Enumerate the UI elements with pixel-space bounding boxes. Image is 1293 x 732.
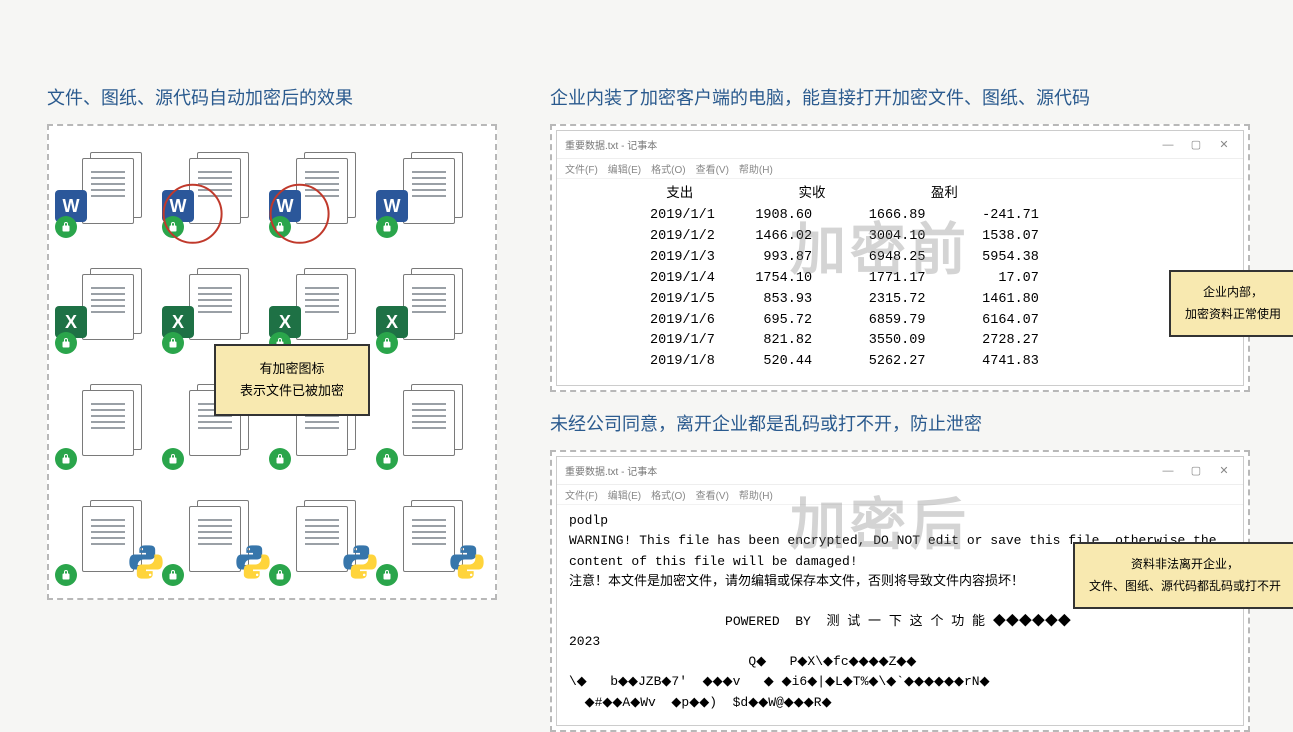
maximize-icon[interactable]: ▢: [1185, 463, 1207, 479]
file-item: [386, 376, 479, 464]
encrypted-callout: 有加密图标 表示文件已被加密: [214, 344, 370, 416]
file-item: X: [279, 260, 372, 348]
minimize-icon[interactable]: —: [1157, 137, 1179, 153]
right-column: 企业内装了加密客户端的电脑，能直接打开加密文件、图纸、源代码 重要数据.txt …: [550, 84, 1250, 732]
notepad-titlebar: 重要数据.txt - 记事本 — ▢ ✕: [557, 131, 1243, 159]
menu-item[interactable]: 文件(F): [565, 161, 598, 176]
notepad-before-box: 重要数据.txt - 记事本 — ▢ ✕ 文件(F) 编辑(E) 格式(O) 查看(V…: [550, 124, 1250, 392]
right-bottom-title: 未经公司同意，离开企业都是乱码或打不开，防止泄密: [550, 410, 1250, 436]
menu-item[interactable]: 格式(O): [651, 161, 685, 176]
callout-line1: 有加密图标: [240, 358, 344, 380]
window-controls: — ▢ ✕: [1157, 137, 1235, 153]
menu-item[interactable]: 帮助(H): [739, 161, 773, 176]
file-item: [65, 492, 158, 580]
lock-icon: [55, 332, 77, 354]
lock-icon: [269, 448, 291, 470]
highlight-circle: [162, 184, 222, 244]
encrypted-files-box: WWWWXXXX 有加密图标 表示文件已被加密: [47, 124, 497, 600]
file-item: [386, 492, 479, 580]
menu-item[interactable]: 文件(F): [565, 487, 598, 502]
file-item: [65, 376, 158, 464]
lock-icon: [162, 564, 184, 586]
lock-icon: [55, 448, 77, 470]
left-column: 文件、图纸、源代码自动加密后的效果 WWWWXXXX 有加密图标 表示文件已被加…: [47, 84, 497, 600]
highlight-circle: [269, 184, 329, 244]
maximize-icon[interactable]: ▢: [1185, 137, 1207, 153]
lock-icon: [376, 564, 398, 586]
python-icon: [126, 542, 166, 582]
notepad-title-text-after: 重要数据.txt - 记事本: [565, 463, 1157, 478]
lock-icon: [269, 564, 291, 586]
file-item: W: [279, 144, 372, 232]
tag1-line1: 企业内部，: [1185, 282, 1281, 304]
menu-item[interactable]: 编辑(E): [608, 487, 641, 502]
close-icon[interactable]: ✕: [1213, 463, 1235, 479]
python-icon: [447, 542, 487, 582]
menu-item[interactable]: 查看(V): [696, 487, 729, 502]
file-item: W: [172, 144, 265, 232]
callout-line2: 表示文件已被加密: [240, 380, 344, 402]
close-icon[interactable]: ✕: [1213, 137, 1235, 153]
notepad-menu-after: 文件(F) 编辑(E) 格式(O) 查看(V) 帮助(H): [557, 485, 1243, 505]
file-item: [172, 492, 265, 580]
tag-internal: 企业内部， 加密资料正常使用: [1169, 270, 1293, 337]
file-item: X: [172, 260, 265, 348]
file-item: W: [386, 144, 479, 232]
menu-item[interactable]: 查看(V): [696, 161, 729, 176]
lock-icon: [376, 448, 398, 470]
minimize-icon[interactable]: —: [1157, 463, 1179, 479]
tag2-line2: 文件、图纸、源代码都乱码或打不开: [1089, 576, 1281, 598]
tag1-line2: 加密资料正常使用: [1185, 304, 1281, 326]
file-item: [279, 492, 372, 580]
menu-item[interactable]: 格式(O): [651, 487, 685, 502]
python-icon: [340, 542, 380, 582]
lock-icon: [55, 564, 77, 586]
menu-item[interactable]: 帮助(H): [739, 487, 773, 502]
tag2-line1: 资料非法离开企业，: [1089, 554, 1281, 576]
window-controls-after: — ▢ ✕: [1157, 463, 1235, 479]
tag-external: 资料非法离开企业， 文件、图纸、源代码都乱码或打不开: [1073, 542, 1293, 609]
menu-item[interactable]: 编辑(E): [608, 161, 641, 176]
notepad-titlebar-after: 重要数据.txt - 记事本 — ▢ ✕: [557, 457, 1243, 485]
file-item: W: [65, 144, 158, 232]
python-icon: [233, 542, 273, 582]
left-title: 文件、图纸、源代码自动加密后的效果: [47, 84, 497, 110]
notepad-before: 重要数据.txt - 记事本 — ▢ ✕ 文件(F) 编辑(E) 格式(O) 查看(V…: [556, 130, 1244, 386]
right-top-title: 企业内装了加密客户端的电脑，能直接打开加密文件、图纸、源代码: [550, 84, 1250, 110]
lock-icon: [162, 448, 184, 470]
lock-icon: [376, 332, 398, 354]
notepad-menu: 文件(F) 编辑(E) 格式(O) 查看(V) 帮助(H): [557, 159, 1243, 179]
file-item: X: [386, 260, 479, 348]
lock-icon: [55, 216, 77, 238]
lock-icon: [376, 216, 398, 238]
lock-icon: [162, 332, 184, 354]
file-item: X: [65, 260, 158, 348]
notepad-title-text: 重要数据.txt - 记事本: [565, 137, 1157, 152]
